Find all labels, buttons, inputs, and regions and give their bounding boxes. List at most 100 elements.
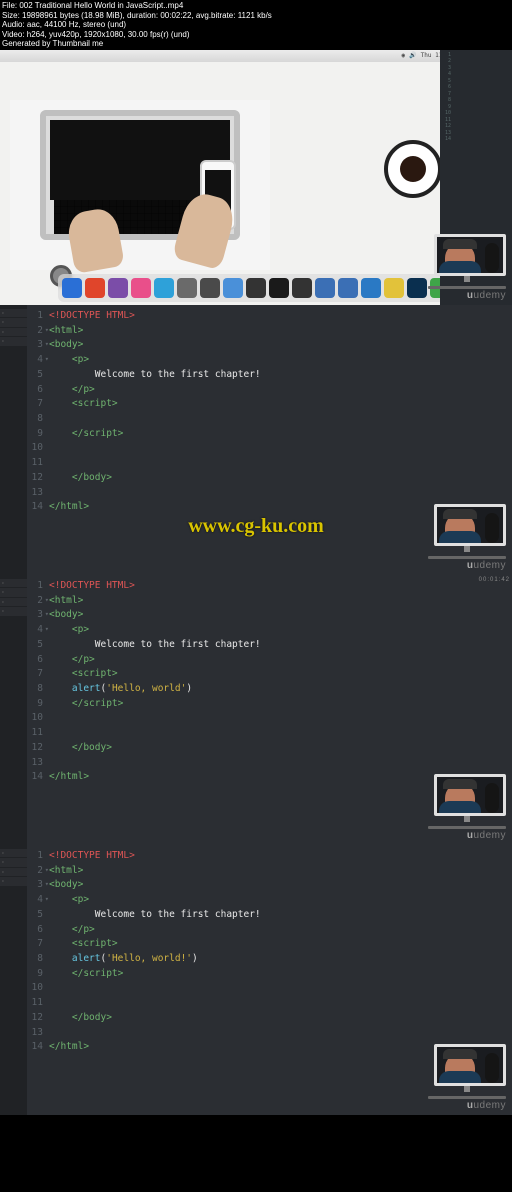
code-line[interactable]: 9 </script>	[27, 967, 512, 982]
code-line[interactable]: 1<!DOCTYPE HTML>	[27, 579, 512, 594]
code-line[interactable]: 11	[27, 996, 512, 1011]
code-content[interactable]: </html>	[49, 500, 89, 515]
code-content[interactable]: <p>	[49, 353, 89, 368]
code-content[interactable]: alert('Hello, world!')	[49, 952, 198, 967]
code-content[interactable]: </html>	[49, 1040, 89, 1055]
dock-app-icon[interactable]	[246, 278, 266, 298]
code-content[interactable]: <html>	[49, 324, 83, 339]
code-content[interactable]: </body>	[49, 741, 112, 756]
code-line[interactable]: 7 <script>	[27, 937, 512, 952]
code-content[interactable]: </body>	[49, 1011, 112, 1026]
dock-app-icon[interactable]	[131, 278, 151, 298]
fold-icon[interactable]: ▾	[45, 354, 49, 365]
fold-icon[interactable]: ▾	[45, 624, 49, 635]
code-line[interactable]: 12 </body>	[27, 741, 512, 756]
code-line[interactable]: 6 </p>	[27, 383, 512, 398]
code-content[interactable]: <script>	[49, 667, 118, 682]
code-content[interactable]: alert('Hello, world')	[49, 682, 192, 697]
editor-sidebar[interactable]: ▸▸▸▸	[0, 845, 27, 1115]
code-content[interactable]: <body>	[49, 338, 83, 353]
code-content[interactable]: </p>	[49, 653, 95, 668]
code-line[interactable]: 3▾<body>	[27, 608, 512, 623]
fold-icon[interactable]: ▾	[45, 609, 49, 620]
code-line[interactable]: 6 </p>	[27, 653, 512, 668]
code-line[interactable]: 13	[27, 486, 512, 501]
code-line[interactable]: 8	[27, 412, 512, 427]
code-line[interactable]: 5 Welcome to the first chapter!	[27, 908, 512, 923]
dock-app-icon[interactable]	[85, 278, 105, 298]
dock-app-icon[interactable]	[315, 278, 335, 298]
code-content[interactable]: <!DOCTYPE HTML>	[49, 309, 135, 324]
code-line[interactable]: 1<!DOCTYPE HTML>	[27, 309, 512, 324]
editor-sidebar[interactable]: ▸▸▸▸	[0, 305, 27, 575]
code-content[interactable]: <!DOCTYPE HTML>	[49, 849, 135, 864]
macos-dock[interactable]	[58, 274, 454, 302]
code-content[interactable]: <script>	[49, 937, 118, 952]
code-content[interactable]: </script>	[49, 427, 123, 442]
code-content[interactable]: </script>	[49, 697, 123, 712]
code-content[interactable]: <!DOCTYPE HTML>	[49, 579, 135, 594]
editor-sidebar[interactable]: ▸▸▸▸	[0, 575, 27, 845]
code-line[interactable]: 4▾ <p>	[27, 353, 512, 368]
fold-icon[interactable]: ▾	[45, 339, 49, 350]
code-content[interactable]: </p>	[49, 923, 95, 938]
code-content[interactable]: </body>	[49, 471, 112, 486]
code-line[interactable]: 2▾<html>	[27, 324, 512, 339]
code-line[interactable]: 7 <script>	[27, 397, 512, 412]
dock-app-icon[interactable]	[361, 278, 381, 298]
dock-app-icon[interactable]	[177, 278, 197, 298]
code-line[interactable]: 13	[27, 756, 512, 771]
code-line[interactable]: 11	[27, 726, 512, 741]
code-line[interactable]: 11	[27, 456, 512, 471]
code-line[interactable]: 5 Welcome to the first chapter!	[27, 368, 512, 383]
code-line[interactable]: 4▾ <p>	[27, 623, 512, 638]
code-content[interactable]: </html>	[49, 770, 89, 785]
fold-icon[interactable]: ▾	[45, 865, 49, 876]
code-content[interactable]: <html>	[49, 864, 83, 879]
fold-icon[interactable]: ▾	[45, 894, 49, 905]
code-content[interactable]: <body>	[49, 608, 83, 623]
dock-app-icon[interactable]	[108, 278, 128, 298]
fold-icon[interactable]: ▾	[45, 595, 49, 606]
code-line[interactable]: 2▾<html>	[27, 594, 512, 609]
code-line[interactable]: 1<!DOCTYPE HTML>	[27, 849, 512, 864]
code-content[interactable]: <p>	[49, 893, 89, 908]
code-line[interactable]: 8 alert('Hello, world')	[27, 682, 512, 697]
code-content[interactable]: </script>	[49, 967, 123, 982]
dock-app-icon[interactable]	[384, 278, 404, 298]
code-editor[interactable]: ▸▸▸▸1<!DOCTYPE HTML>2▾<html>3▾<body>4▾ <…	[0, 845, 512, 1115]
code-line[interactable]: 10	[27, 441, 512, 456]
dock-app-icon[interactable]	[154, 278, 174, 298]
code-line[interactable]: 6 </p>	[27, 923, 512, 938]
dock-app-icon[interactable]	[200, 278, 220, 298]
code-content[interactable]: <html>	[49, 594, 83, 609]
code-line[interactable]: 13	[27, 1026, 512, 1041]
code-content[interactable]: <body>	[49, 878, 83, 893]
code-content[interactable]: <script>	[49, 397, 118, 412]
code-line[interactable]: 4▾ <p>	[27, 893, 512, 908]
dock-app-icon[interactable]	[292, 278, 312, 298]
fold-icon[interactable]: ▾	[45, 879, 49, 890]
code-line[interactable]: 9 </script>	[27, 697, 512, 712]
code-editor[interactable]: ▸▸▸▸1<!DOCTYPE HTML>2▾<html>3▾<body>4▾ <…	[0, 305, 512, 575]
code-line[interactable]: 9 </script>	[27, 427, 512, 442]
code-content[interactable]: </p>	[49, 383, 95, 398]
code-line[interactable]: 2▾<html>	[27, 864, 512, 879]
code-line[interactable]: 3▾<body>	[27, 878, 512, 893]
code-editor[interactable]: ▸▸▸▸1<!DOCTYPE HTML>2▾<html>3▾<body>4▾ <…	[0, 575, 512, 845]
code-line[interactable]: 5 Welcome to the first chapter!	[27, 638, 512, 653]
code-content[interactable]: Welcome to the first chapter!	[49, 368, 261, 383]
code-line[interactable]: 7 <script>	[27, 667, 512, 682]
code-line[interactable]: 8 alert('Hello, world!')	[27, 952, 512, 967]
code-content[interactable]: Welcome to the first chapter!	[49, 908, 261, 923]
code-line[interactable]: 10	[27, 711, 512, 726]
code-line[interactable]: 10	[27, 981, 512, 996]
code-line[interactable]: 12 </body>	[27, 471, 512, 486]
dock-app-icon[interactable]	[223, 278, 243, 298]
code-content[interactable]: Welcome to the first chapter!	[49, 638, 261, 653]
code-line[interactable]: 3▾<body>	[27, 338, 512, 353]
fold-icon[interactable]: ▾	[45, 325, 49, 336]
dock-app-icon[interactable]	[269, 278, 289, 298]
dock-app-icon[interactable]	[62, 278, 82, 298]
dock-app-icon[interactable]	[338, 278, 358, 298]
